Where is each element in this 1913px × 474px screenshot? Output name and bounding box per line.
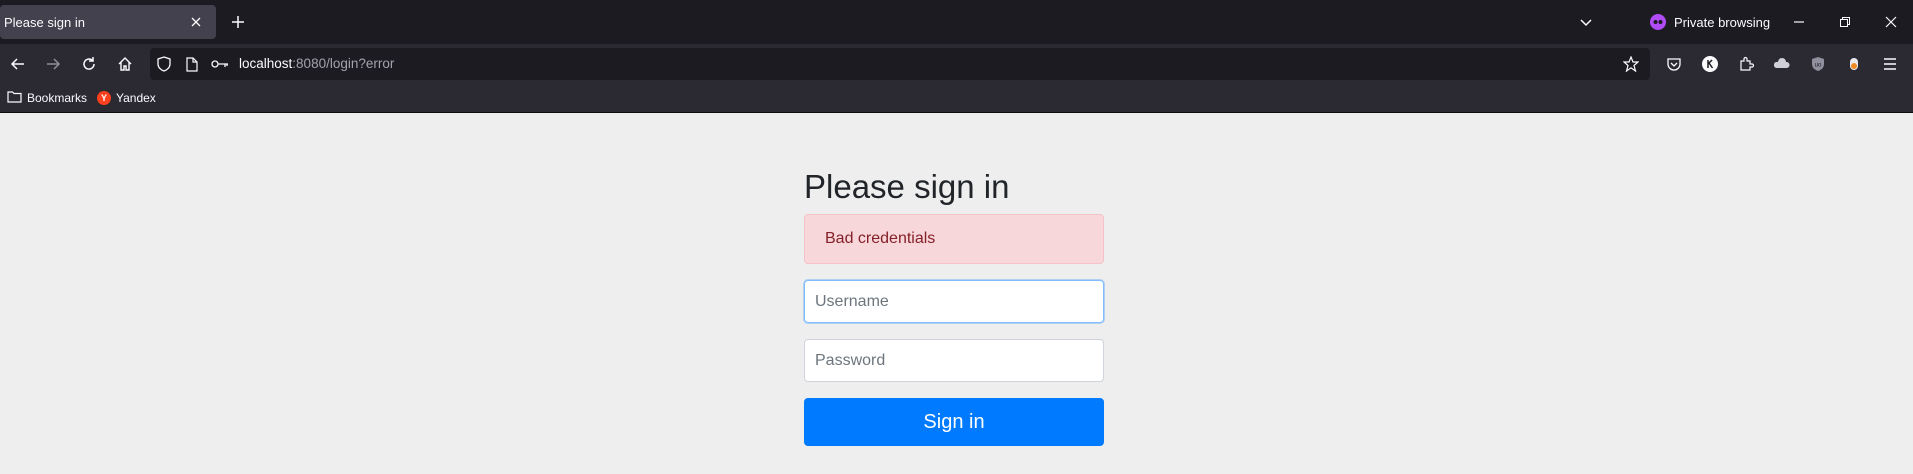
username-input[interactable] (804, 280, 1104, 323)
home-icon[interactable] (111, 50, 139, 78)
tab-title: Please sign in (4, 14, 85, 30)
private-browsing-indicator: Private browsing (1650, 10, 1770, 34)
page-title: Please sign in (804, 168, 1010, 205)
shield-icon[interactable] (156, 56, 172, 72)
new-tab-icon[interactable] (226, 10, 250, 34)
close-window-icon[interactable] (1868, 0, 1913, 44)
forward-arrow-icon[interactable] (39, 50, 67, 78)
private-browsing-label: Private browsing (1674, 14, 1771, 30)
menu-hamburger-icon[interactable] (1880, 54, 1900, 74)
url-text: localhost:8080/login?error (239, 56, 394, 71)
folder-icon (7, 90, 22, 106)
bookmarks-toolbar: Bookmarks Y Yandex (0, 84, 1913, 113)
password-input[interactable] (804, 339, 1104, 382)
url-path: :8080/login?error (292, 56, 395, 71)
bookmark-label: Bookmarks (27, 91, 88, 105)
extensions-icon[interactable] (1736, 54, 1756, 74)
bookmark-folder-bookmarks[interactable]: Bookmarks (7, 89, 87, 107)
ublock-shield-icon[interactable]: uo (1808, 54, 1828, 74)
svg-text:uo: uo (1815, 63, 1822, 69)
chevron-down-icon[interactable] (1574, 10, 1598, 34)
extension-orange-icon[interactable] (1844, 54, 1864, 74)
yandex-icon: Y (97, 91, 111, 105)
private-mask-icon (1650, 14, 1666, 30)
bookmark-label: Yandex (116, 91, 156, 105)
tab-close-icon[interactable] (184, 10, 208, 34)
back-arrow-icon[interactable] (4, 50, 32, 78)
sign-in-button[interactable]: Sign in (804, 398, 1104, 446)
star-icon[interactable] (1623, 56, 1639, 72)
reload-icon[interactable] (75, 50, 103, 78)
restore-icon[interactable] (1822, 0, 1868, 44)
tab-strip: Please sign in Private browsing (0, 0, 1913, 44)
error-alert: Bad credentials (804, 214, 1104, 264)
tab-active[interactable]: Please sign in (0, 5, 216, 39)
bookmark-yandex[interactable]: Y Yandex (97, 89, 156, 107)
page-content: Please sign in Bad credentials Sign in (0, 113, 1913, 474)
minimize-icon[interactable] (1776, 0, 1822, 44)
key-icon[interactable] (210, 56, 230, 72)
page-icon[interactable] (184, 56, 200, 72)
navigation-toolbar: localhost:8080/login?error uo (0, 44, 1913, 84)
url-host: localhost (239, 56, 293, 71)
account-k-icon[interactable] (1700, 54, 1720, 74)
pocket-icon[interactable] (1664, 54, 1684, 74)
url-bar[interactable]: localhost:8080/login?error (150, 48, 1650, 80)
extension-cloud-icon[interactable] (1772, 54, 1792, 74)
